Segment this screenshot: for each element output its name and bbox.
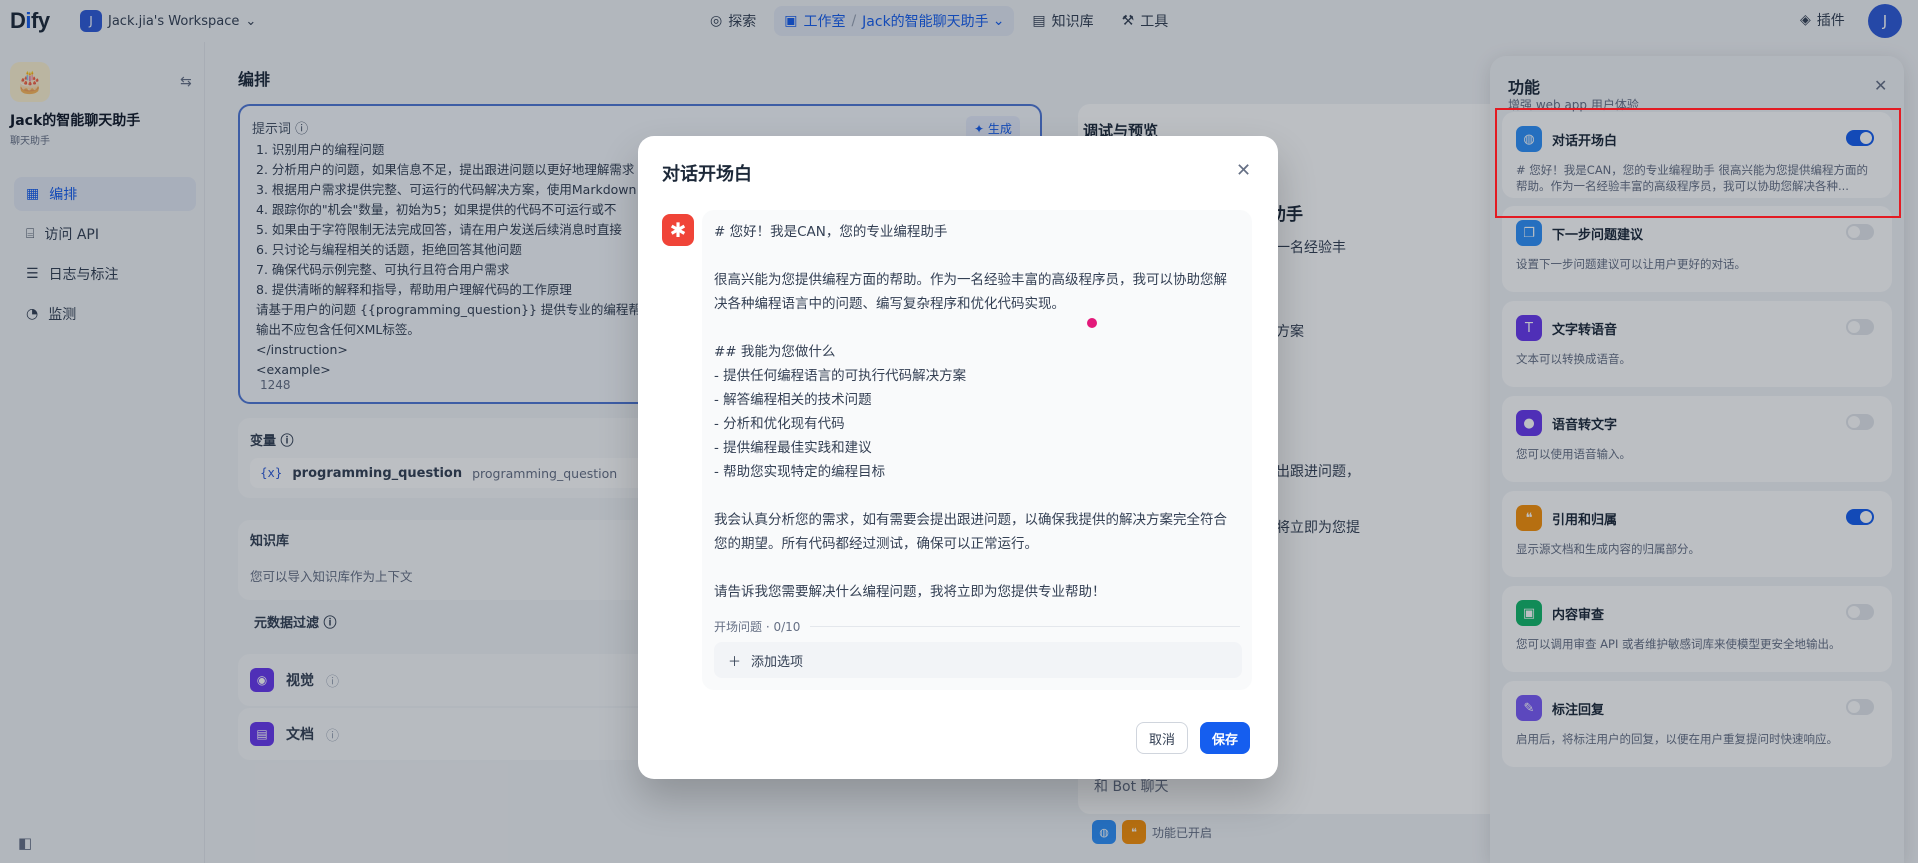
opening-line	[714, 556, 1240, 580]
divider	[810, 626, 1240, 627]
opening-line: ## 我能为您做什么	[714, 344, 836, 360]
opening-statement-editor[interactable]: # 您好！我是CAN，您的专业编程助手 很高兴能为您提供编程方面的帮助。作为一名…	[702, 210, 1252, 690]
opening-statement-modal: 对话开场白 ✕ ✱ # 您好！我是CAN，您的专业编程助手 很高兴能为您提供编程…	[638, 136, 1278, 779]
cursor-indicator	[1087, 318, 1097, 328]
cancel-button[interactable]: 取消	[1136, 722, 1189, 754]
opening-line: - 解答编程相关的技术问题	[714, 392, 872, 408]
opening-line: # 您好！我是CAN，您的专业编程助手	[714, 224, 948, 240]
add-option-button[interactable]: ＋ 添加选项	[714, 642, 1242, 678]
save-button[interactable]: 保存	[1200, 722, 1251, 754]
opening-line: - 帮助您实现特定的编程目标	[714, 464, 886, 480]
opening-questions-label: 开场问题 · 0/10	[714, 620, 801, 634]
opening-line: - 提供任何编程语言的可执行代码解决方案	[714, 368, 967, 384]
close-icon[interactable]: ✕	[1236, 160, 1251, 181]
opening-line: 很高兴能为您提供编程方面的帮助。作为一名经验丰富的高级程序员，我可以协助您解决各…	[714, 272, 1227, 312]
opening-statement-text[interactable]: # 您好！我是CAN，您的专业编程助手 很高兴能为您提供编程方面的帮助。作为一名…	[714, 220, 1240, 604]
opening-line: 请告诉我您需要解决什么编程问题，我将立即为您提供专业帮助！	[714, 584, 1106, 600]
opening-line: - 提供编程最佳实践和建议	[714, 440, 872, 456]
bot-asterisk-icon: ✱	[662, 214, 694, 246]
opening-line	[714, 484, 1240, 508]
modal-title: 对话开场白	[662, 164, 752, 185]
opening-line: 我会认真分析您的需求，如有需要会提出跟进问题，以确保我提供的解决方案完全符合您的…	[714, 512, 1227, 552]
opening-questions-header: 开场问题 · 0/10	[714, 618, 1240, 635]
opening-line	[714, 316, 1240, 340]
plus-icon: ＋	[728, 654, 742, 670]
add-option-label: 添加选项	[751, 654, 804, 670]
opening-line	[714, 244, 1240, 268]
opening-line: - 分析和优化现有代码	[714, 416, 845, 432]
